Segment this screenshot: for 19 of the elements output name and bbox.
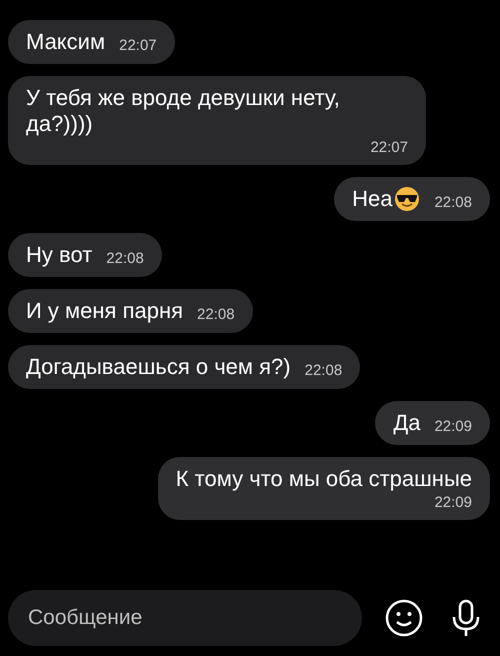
message-text: Неа bbox=[352, 186, 420, 212]
message-text: К тому что мы оба страшные bbox=[176, 466, 472, 492]
message-time: 22:07 bbox=[119, 37, 157, 55]
message-time: 22:07 bbox=[370, 139, 408, 157]
message-text: Да bbox=[393, 410, 420, 436]
message-time: 22:09 bbox=[434, 494, 472, 512]
message-time: 22:08 bbox=[197, 306, 235, 324]
message-text: Максим bbox=[26, 29, 106, 55]
emoji-face-icon[interactable] bbox=[384, 598, 424, 638]
sunglasses-face-icon bbox=[394, 186, 420, 212]
message-time: 22:08 bbox=[106, 250, 144, 268]
message-input[interactable]: Сообщение bbox=[8, 590, 362, 646]
message-text: Догадываешься о чем я?) bbox=[26, 354, 291, 380]
message-text: И у меня парня bbox=[26, 298, 184, 324]
message-text: У тебя же вроде девушки нету, да?)))) bbox=[26, 85, 341, 137]
message-time: 22:09 bbox=[434, 418, 472, 436]
message-text: Ну вот bbox=[26, 242, 92, 268]
message-time: 22:08 bbox=[304, 362, 342, 380]
message-time: 22:08 bbox=[434, 194, 472, 212]
